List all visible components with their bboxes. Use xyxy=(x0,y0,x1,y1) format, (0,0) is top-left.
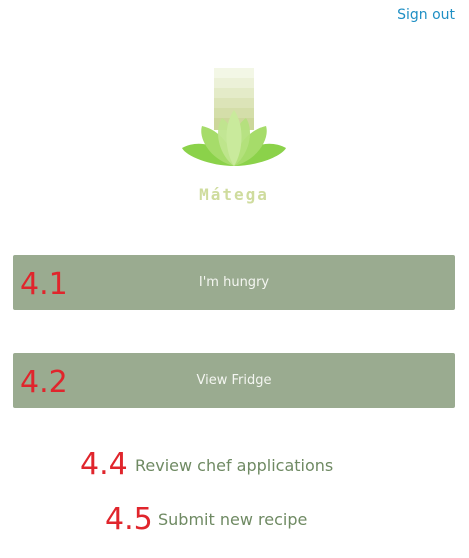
submit-new-recipe-link[interactable]: Submit new recipe xyxy=(158,510,307,529)
annotation-4-2: 4.2 xyxy=(20,365,68,400)
logo-wordmark: Mátega xyxy=(199,185,269,204)
lotus-logo-icon xyxy=(182,68,286,166)
view-fridge-button[interactable]: View Fridge xyxy=(13,353,455,408)
annotation-4-4: 4.4 xyxy=(80,447,128,482)
im-hungry-label: I'm hungry xyxy=(198,275,270,290)
im-hungry-button[interactable]: I'm hungry xyxy=(13,255,455,310)
review-chef-applications-link[interactable]: Review chef applications xyxy=(135,456,333,475)
view-fridge-label: View Fridge xyxy=(196,373,272,388)
app-logo: Mátega xyxy=(180,68,288,208)
sign-out-link[interactable]: Sign out xyxy=(397,7,455,23)
annotation-4-5: 4.5 xyxy=(105,502,153,537)
annotation-4-1: 4.1 xyxy=(20,267,68,302)
